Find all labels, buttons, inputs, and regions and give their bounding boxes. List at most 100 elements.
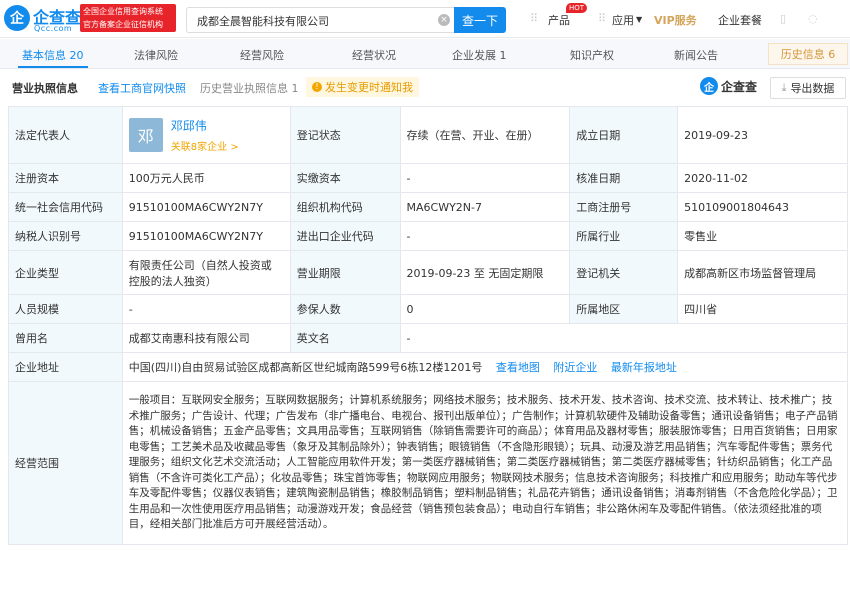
term-value: 2019-09-23 至 无固定期限 (399, 250, 571, 295)
bell-icon: ! (312, 82, 322, 92)
tab-development[interactable]: 企业发展 1 (452, 47, 507, 63)
search-button[interactable]: 查一下 (454, 7, 506, 33)
english-name-label: 英文名 (289, 323, 401, 353)
insured-label: 参保人数 (289, 294, 401, 324)
approve-date-label: 核准日期 (569, 163, 679, 193)
approve-date-value: 2020-11-02 (677, 163, 848, 193)
import-code-label: 进出口企业代码 (289, 221, 401, 251)
related-companies-link[interactable]: 关联8家企业 > (171, 138, 239, 153)
legal-rep-label: 法定代表人 (8, 106, 123, 164)
org-code-label: 组织机构代码 (289, 192, 401, 222)
authority-value: 成都高新区市场监督管理局 (677, 250, 848, 295)
staff-value: - (121, 294, 291, 324)
nav-vip[interactable]: VIP服务 (654, 12, 697, 28)
legal-rep-name[interactable]: 邓邱伟 (171, 117, 239, 134)
address-value: 中国(四川)自由贸易试验区成都高新区世纪城南路599号6栋12楼1201号 (128, 361, 483, 374)
industry-label: 所属行业 (569, 221, 679, 251)
credit-code-label: 统一社会信用代码 (8, 192, 123, 222)
reg-status-value: 存续（在营、开业、在册） (399, 106, 571, 164)
staff-label: 人员规模 (8, 294, 123, 324)
term-label: 营业期限 (289, 250, 401, 295)
badge-line-1: 全国企业信用查询系统 (83, 7, 163, 16)
import-code-value: - (399, 221, 571, 251)
license-info-table: 法定代表人 邓 邓邱伟 关联8家企业 > 登记状态 存续（在营、开业、在册） 成… (8, 106, 849, 545)
authority-label: 登记机关 (569, 250, 679, 295)
nav-apps[interactable]: 应用 (612, 12, 634, 28)
tax-id-value: 91510100MA6CWY2N7Y (121, 221, 291, 251)
nav-products[interactable]: 产品 (548, 12, 570, 28)
paid-capital-label: 实缴资本 (289, 163, 401, 193)
type-line-1: 有限责任公司（自然人投资或 (128, 258, 272, 272)
license-toolbar: 营业执照信息 查看工商官网快照 历史营业执照信息 1 ! 发生变更时通知我 企 … (0, 70, 850, 104)
org-code-value: MA6CWY2N-7 (399, 192, 571, 222)
former-name-label: 曾用名 (8, 323, 123, 353)
clear-icon[interactable]: × (438, 14, 450, 26)
credit-code-value: 91510100MA6CWY2N7Y (121, 192, 291, 222)
logo-mark-icon: 企 (4, 5, 30, 31)
export-button[interactable]: ⤓ 导出数据 (770, 77, 846, 99)
type-label: 企业类型 (8, 250, 123, 295)
notify-label: 发生变更时通知我 (325, 81, 413, 94)
gov-snapshot-link[interactable]: 查看工商官网快照 (98, 80, 186, 96)
search-input[interactable]: 成都全晨智能科技有限公司 (186, 7, 454, 33)
section-title: 营业执照信息 (12, 82, 78, 95)
tab-history[interactable]: 历史信息 6 (768, 43, 848, 65)
industry-value: 零售业 (677, 221, 848, 251)
tax-id-label: 纳税人识别号 (8, 221, 123, 251)
region-label: 所属地区 (569, 294, 679, 324)
chevron-down-icon: ▼ (636, 15, 643, 24)
history-license-link[interactable]: 历史营业执照信息 1 (200, 80, 299, 96)
table-row: 人员规模 - 参保人数 0 所属地区 四川省 (8, 294, 848, 324)
est-date-label: 成立日期 (569, 106, 679, 164)
tab-ip[interactable]: 知识产权 (570, 47, 614, 63)
table-row: 经营范围 一般项目：互联网安全服务；互联网数据服务；计算机系统服务；网络技术服务… (8, 381, 849, 545)
reg-status-label: 登记状态 (289, 106, 401, 164)
type-line-2: 控股的法人独资） (128, 274, 217, 288)
qcc-name: 企查查 (721, 79, 758, 94)
capital-value: 100万元人民币 (121, 163, 291, 193)
address-label: 企业地址 (8, 352, 123, 382)
table-row: 纳税人识别号 91510100MA6CWY2N7Y 进出口企业代码 - 所属行业… (8, 221, 848, 251)
table-row: 曾用名 成都艾南惠科技有限公司 英文名 - (8, 323, 848, 353)
grid-icon: ⠿ (530, 12, 539, 25)
nearby-companies-link[interactable]: 附近企业 (553, 361, 597, 374)
qcc-watermark-logo: 企 企查查 (700, 77, 757, 95)
table-row: 企业地址 中国(四川)自由贸易试验区成都高新区世纪城南路599号6栋12楼120… (8, 352, 849, 382)
view-map-link[interactable]: 查看地图 (496, 361, 540, 374)
capital-label: 注册资本 (8, 163, 123, 193)
tab-operating-status[interactable]: 经营状况 (352, 47, 396, 63)
address-cell: 中国(四川)自由贸易试验区成都高新区世纪城南路599号6栋12楼1201号 查看… (121, 352, 849, 382)
legal-rep-cell: 邓 邓邱伟 关联8家企业 > (121, 106, 291, 164)
top-bar: 企 企查查 Qcc.com 全国企业信用查询系统 官方备案企业征信机构 成都全晨… (0, 0, 850, 38)
english-name-value: - (399, 323, 848, 353)
phone-icon[interactable]: ▯ (780, 12, 786, 25)
former-name-value: 成都艾南惠科技有限公司 (121, 323, 291, 353)
table-row: 注册资本 100万元人民币 实缴资本 - 核准日期 2020-11-02 (8, 163, 848, 193)
table-row: 法定代表人 邓 邓邱伟 关联8家企业 > 登记状态 存续（在营、开业、在册） 成… (8, 106, 848, 164)
annual-report-address-link[interactable]: 最新年报地址 (611, 361, 677, 374)
active-tab-indicator (18, 66, 88, 68)
tab-operating-risk[interactable]: 经营风险 (240, 47, 284, 63)
table-row: 企业类型 有限责任公司（自然人投资或 控股的法人独资） 营业期限 2019-09… (8, 250, 848, 295)
badge-line-2: 官方备案企业征信机构 (83, 20, 163, 29)
official-badge: 全国企业信用查询系统 官方备案企业征信机构 (80, 4, 176, 32)
apps-icon: ⠿ (598, 12, 607, 25)
table-row: 统一社会信用代码 91510100MA6CWY2N7Y 组织机构代码 MA6CW… (8, 192, 848, 222)
paid-capital-value: - (399, 163, 571, 193)
reg-no-label: 工商注册号 (569, 192, 679, 222)
download-icon: ⤓ (781, 81, 787, 94)
notify-change-button[interactable]: ! 发生变更时通知我 (306, 77, 419, 97)
tab-legal-risk[interactable]: 法律风险 (134, 47, 178, 63)
qcc-logo[interactable]: 企 企查查 Qcc.com (4, 5, 81, 33)
qcc-mark-icon: 企 (700, 77, 718, 95)
type-value: 有限责任公司（自然人投资或 控股的法人独资） (121, 250, 291, 295)
tab-news[interactable]: 新闻公告 (674, 47, 718, 63)
user-icon[interactable]: ◌ (808, 12, 818, 25)
nav-package[interactable]: 企业套餐 (718, 12, 762, 28)
section-tabs: 基本信息 20 法律风险 经营风险 经营状况 企业发展 1 知识产权 新闻公告 … (0, 39, 850, 69)
region-value: 四川省 (677, 294, 848, 324)
tab-basic-info[interactable]: 基本信息 20 (22, 47, 84, 63)
insured-value: 0 (399, 294, 571, 324)
scope-label: 经营范围 (8, 381, 123, 545)
avatar[interactable]: 邓 (128, 118, 163, 152)
